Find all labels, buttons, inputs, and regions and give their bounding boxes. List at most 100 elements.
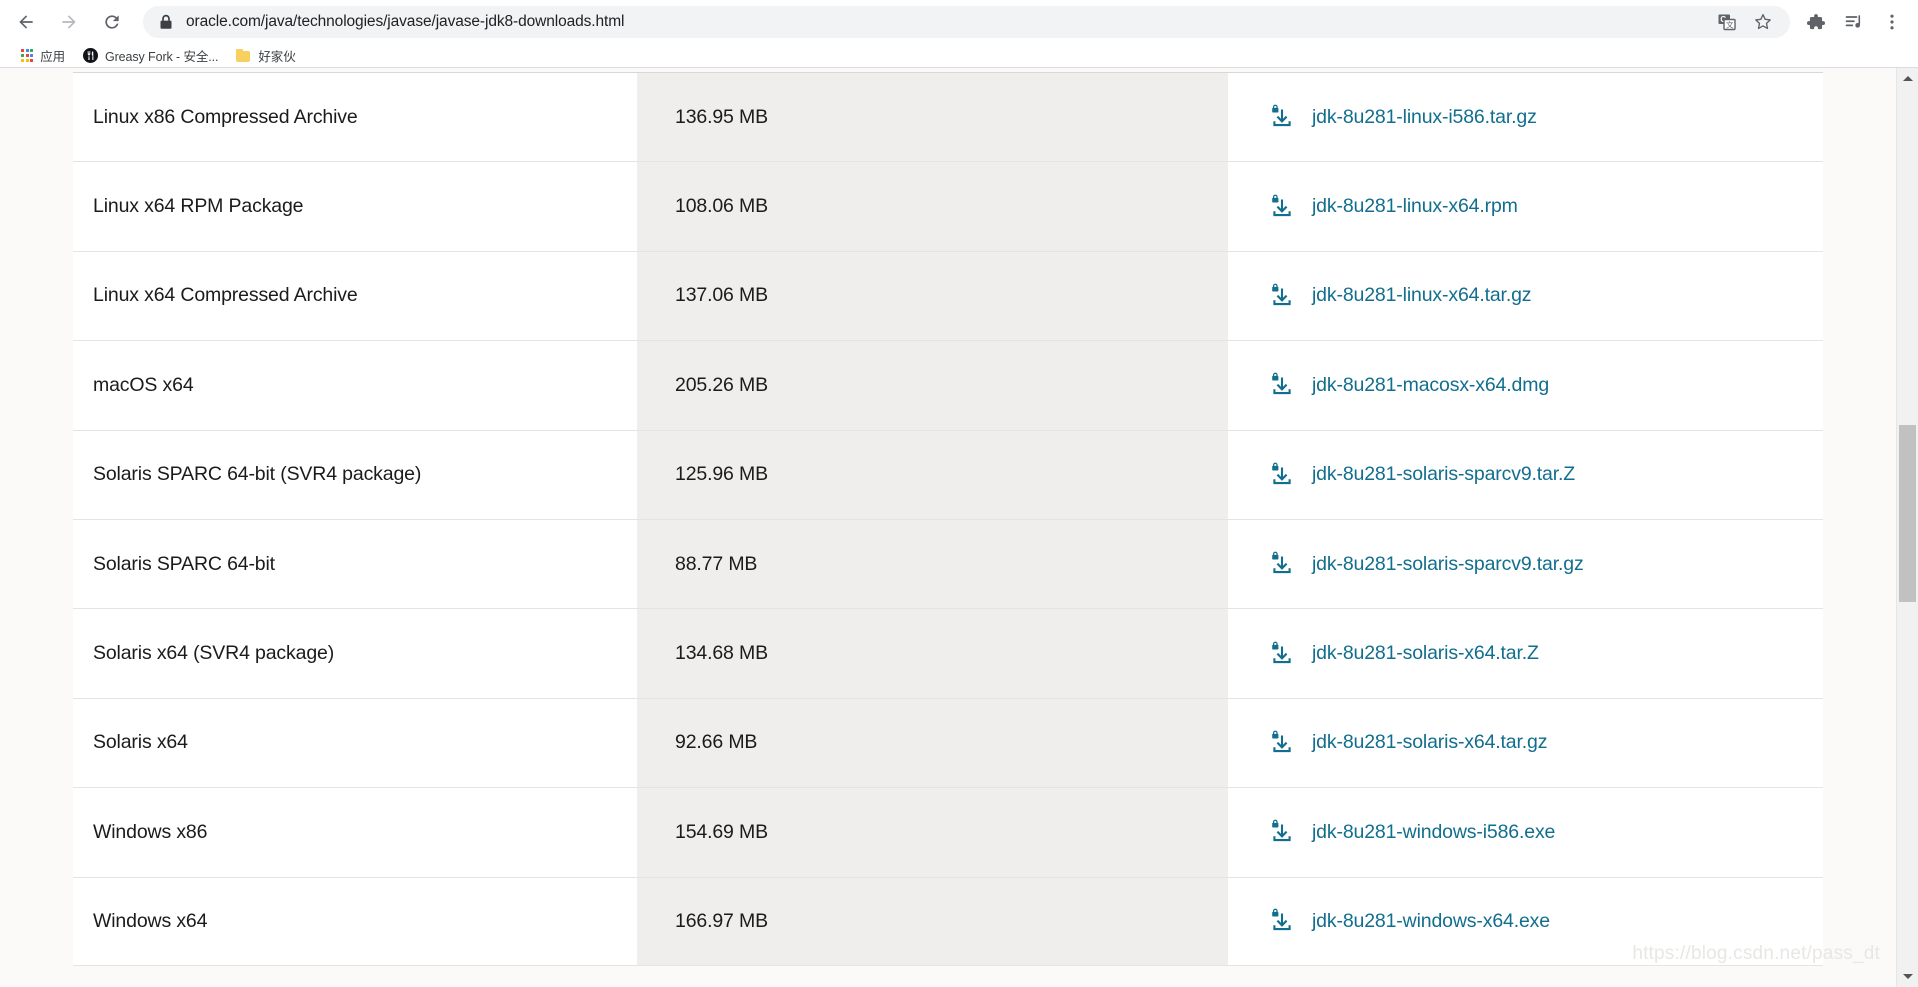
cell-download: jdk-8u281-linux-x64.tar.gz — [1228, 251, 1823, 341]
bookmark-folder-label: 好家伙 — [258, 50, 296, 64]
greasy-fork-icon — [83, 48, 98, 63]
download-lock-icon — [1269, 551, 1295, 577]
download-link[interactable]: jdk-8u281-windows-x64.exe — [1312, 910, 1550, 933]
cell-platform: Solaris x64 — [73, 698, 637, 788]
file-size-label: 154.69 MB — [675, 820, 768, 843]
url-text: oracle.com/java/technologies/javase/java… — [186, 13, 625, 30]
download-lock-icon — [1269, 641, 1295, 667]
cell-file-size: 134.68 MB — [637, 609, 1228, 698]
forward-button[interactable] — [52, 5, 86, 39]
download-lock-icon — [1269, 462, 1295, 488]
forward-arrow-icon — [59, 12, 79, 32]
download-lock-icon — [1269, 194, 1295, 220]
bookmark-greasy-fork-label: Greasy Fork - 安全... — [105, 50, 219, 64]
cell-download: jdk-8u281-linux-x64.rpm — [1228, 162, 1823, 251]
download-lock-icon — [1269, 372, 1295, 398]
cell-platform: Solaris SPARC 64-bit (SVR4 package) — [73, 430, 637, 519]
platform-label: Windows x64 — [93, 909, 208, 932]
translate-icon[interactable]: G 文 — [1714, 9, 1740, 35]
reload-icon — [102, 12, 122, 32]
cell-download: jdk-8u281-windows-i586.exe — [1228, 788, 1823, 877]
file-size-label: 134.68 MB — [675, 642, 768, 665]
cell-file-size: 88.77 MB — [637, 519, 1228, 609]
cell-platform: Windows x86 — [73, 788, 637, 877]
cell-platform: Windows x64 — [73, 877, 637, 965]
bookmarks-bar: 应用 Greasy Fork - 安全... 好家伙 — [0, 44, 1918, 67]
scroll-up-arrow-icon[interactable] — [1897, 68, 1918, 89]
cell-platform: Solaris SPARC 64-bit — [73, 519, 637, 609]
browser-chrome: oracle.com/java/technologies/javase/java… — [0, 0, 1918, 68]
platform-label: Linux x86 Compressed Archive — [93, 105, 358, 128]
bookmark-folder[interactable]: 好家伙 — [229, 45, 302, 66]
cell-platform: Linux x64 RPM Package — [73, 162, 637, 251]
platform-label: Linux x64 RPM Package — [93, 195, 304, 218]
cell-platform: Linux x86 Compressed Archive — [73, 73, 637, 162]
download-link[interactable]: jdk-8u281-solaris-sparcv9.tar.gz — [1312, 553, 1584, 576]
download-link[interactable]: jdk-8u281-linux-x64.rpm — [1312, 195, 1518, 218]
address-bar[interactable]: oracle.com/java/technologies/javase/java… — [143, 6, 1790, 38]
lock-icon — [159, 14, 173, 30]
apps-shortcut[interactable]: 应用 — [14, 45, 72, 66]
download-link[interactable]: jdk-8u281-solaris-x64.tar.Z — [1312, 642, 1539, 665]
platform-label: Solaris SPARC 64-bit (SVR4 package) — [93, 463, 422, 486]
bookmark-star-icon[interactable] — [1750, 9, 1776, 35]
download-lock-icon — [1269, 730, 1295, 756]
file-size-label: 136.95 MB — [675, 105, 768, 128]
back-button[interactable] — [9, 5, 43, 39]
reload-button[interactable] — [95, 5, 129, 39]
download-link[interactable]: jdk-8u281-linux-x64.tar.gz — [1312, 284, 1532, 307]
download-link[interactable]: jdk-8u281-windows-i586.exe — [1312, 821, 1555, 844]
scroll-down-arrow-icon[interactable] — [1897, 966, 1918, 987]
platform-label: Solaris x64 (SVR4 package) — [93, 642, 335, 665]
apps-grid-icon — [21, 49, 34, 62]
chrome-menu-icon[interactable] — [1876, 6, 1908, 38]
platform-label: Solaris SPARC 64-bit — [93, 552, 275, 575]
table-row: Linux x64 RPM Package 108.06 MB jdk-8u281-… — [73, 161, 1823, 251]
cell-platform: Linux x64 Compressed Archive — [73, 251, 637, 341]
table-row: Solaris SPARC 64-bit (SVR4 package) 125.9… — [73, 429, 1823, 519]
cell-file-size: 136.95 MB — [637, 73, 1228, 162]
table-row: Solaris x64 92.66 MB jdk-8u281-solaris-x64… — [73, 697, 1823, 788]
cell-platform: macOS x64 — [73, 341, 637, 430]
download-link[interactable]: jdk-8u281-solaris-sparcv9.tar.Z — [1312, 463, 1575, 486]
table-row: Solaris x64 (SVR4 package) 134.68 MB jdk-8… — [73, 608, 1823, 698]
cell-file-size: 125.96 MB — [637, 430, 1228, 519]
cell-download: jdk-8u281-windows-x64.exe — [1228, 877, 1823, 965]
cell-download: jdk-8u281-linux-i586.tar.gz — [1228, 73, 1823, 162]
folder-icon — [236, 49, 251, 62]
table-row: Linux x64 Compressed Archive 137.06 MB jdk… — [73, 250, 1823, 341]
download-lock-icon — [1269, 104, 1295, 130]
cell-file-size: 154.69 MB — [637, 788, 1228, 877]
file-size-label: 166.97 MB — [675, 909, 768, 932]
jdk-downloads-table: Linux x86 Compressed Archive 136.95 MB jdk… — [73, 72, 1823, 966]
platform-label: macOS x64 — [93, 373, 194, 396]
back-arrow-icon — [16, 12, 36, 32]
download-link[interactable]: jdk-8u281-linux-i586.tar.gz — [1312, 106, 1537, 129]
toolbar-actions — [1800, 6, 1908, 38]
download-lock-icon — [1269, 819, 1295, 845]
extensions-icon[interactable] — [1800, 6, 1832, 38]
download-lock-icon — [1269, 283, 1295, 309]
cell-file-size: 137.06 MB — [637, 251, 1228, 341]
platform-label: Windows x86 — [93, 820, 208, 843]
cell-file-size: 205.26 MB — [637, 341, 1228, 430]
file-size-label: 108.06 MB — [675, 195, 768, 218]
platform-label: Solaris x64 — [93, 731, 188, 754]
table-row: Linux x86 Compressed Archive 136.95 MB jdk… — [73, 72, 1823, 162]
file-size-label: 88.77 MB — [675, 552, 758, 575]
vertical-scrollbar[interactable] — [1896, 68, 1918, 987]
svg-text:文: 文 — [1726, 20, 1734, 30]
browser-toolbar: oracle.com/java/technologies/javase/java… — [0, 0, 1918, 44]
table-row: Solaris SPARC 64-bit 88.77 MB jdk-8u281-so… — [73, 518, 1823, 609]
download-link[interactable]: jdk-8u281-macosx-x64.dmg — [1312, 374, 1549, 397]
vertical-scroll-thumb[interactable] — [1899, 425, 1916, 602]
download-link[interactable]: jdk-8u281-solaris-x64.tar.gz — [1312, 731, 1547, 754]
bookmark-greasy-fork[interactable]: Greasy Fork - 安全... — [76, 45, 225, 66]
cell-file-size: 166.97 MB — [637, 877, 1228, 965]
apps-shortcut-label: 应用 — [40, 50, 65, 64]
cell-download: jdk-8u281-solaris-x64.tar.gz — [1228, 698, 1823, 788]
table-row: Windows x86 154.69 MB jdk-8u281-windows-i5… — [73, 787, 1823, 877]
media-control-icon[interactable] — [1838, 6, 1870, 38]
file-size-label: 137.06 MB — [675, 284, 768, 307]
file-size-label: 92.66 MB — [675, 731, 758, 754]
